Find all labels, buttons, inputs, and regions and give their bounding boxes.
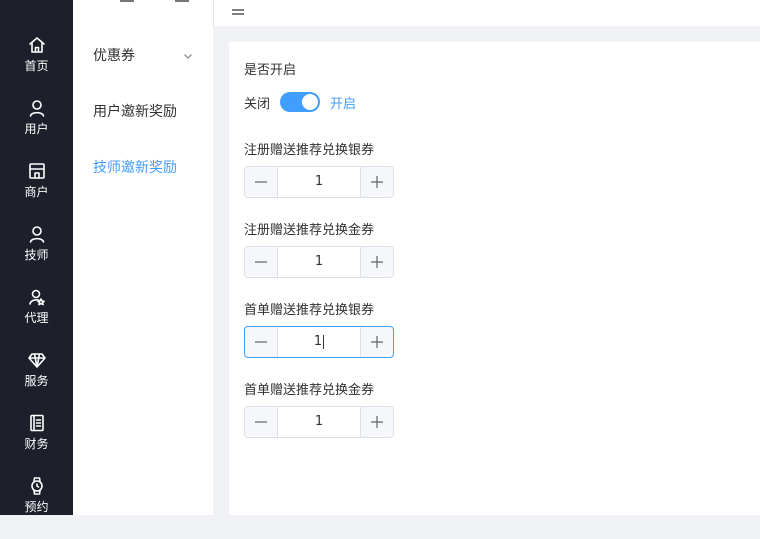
submenu-item-user-invite-reward[interactable]: 用户邀新奖励 (93, 101, 177, 121)
submenu-item-coupons[interactable]: 优惠券 (93, 45, 135, 65)
sidebar-item-label: 技师 (24, 248, 49, 262)
diamond-icon (27, 350, 47, 370)
field-label-register-gold: 注册赠送推荐兑换金券 (244, 223, 375, 238)
minus-icon (255, 181, 267, 183)
settings-form: 是否开启 关闭 开启 注册赠送推荐兑换银券 1 注册赠送推荐兑换金券 1 首单赠… (229, 42, 760, 515)
register-gold-stepper: 1 (244, 246, 394, 278)
field-label-first-order-silver: 首单赠送推荐兑换银券 (244, 303, 375, 318)
sidebar-item-label: 商户 (24, 185, 49, 199)
agent-icon (27, 287, 47, 307)
plus-icon (371, 256, 383, 268)
user-icon (27, 98, 47, 118)
sidebar-item-appointments[interactable]: 预约 (0, 476, 73, 539)
minus-icon (255, 421, 267, 423)
ledger-icon (27, 413, 47, 433)
switch-off-text: 关闭 (244, 96, 271, 112)
main-sidebar: 首页 用户 商户 技师 代理 服务 财务 预约 (0, 0, 73, 515)
submenu-panel: 优惠券 用户邀新奖励 技师邀新奖励 (73, 0, 213, 515)
enable-label: 是否开启 (244, 63, 297, 78)
text-caret (323, 334, 325, 349)
sidebar-item-agents[interactable]: 代理 (0, 287, 73, 350)
decrement-button[interactable] (245, 167, 278, 197)
increment-button[interactable] (360, 247, 393, 277)
sidebar-item-finance[interactable]: 财务 (0, 413, 73, 476)
field-label-first-order-gold: 首单赠送推荐兑换金券 (244, 383, 375, 398)
sidebar-item-label: 首页 (24, 59, 49, 73)
sidebar-item-technicians[interactable]: 技师 (0, 224, 73, 287)
sidebar-item-label: 预约 (24, 500, 49, 514)
chevron-down-icon[interactable] (182, 47, 194, 59)
sidebar-item-label: 用户 (24, 122, 49, 136)
register-silver-stepper: 1 (244, 166, 394, 198)
minus-icon (255, 261, 267, 263)
collapse-handle[interactable] (175, 0, 189, 2)
plus-icon (371, 416, 383, 428)
switch-on-text: 开启 (330, 96, 357, 112)
sidebar-item-label: 代理 (24, 311, 49, 325)
enable-switch-row: 关闭 开启 (244, 92, 356, 112)
toggle-knob (302, 94, 319, 110)
home-icon (27, 35, 47, 55)
sidebar-item-label: 服务 (24, 374, 49, 388)
plus-icon (371, 336, 383, 348)
quantity-input[interactable]: 1 (278, 407, 360, 437)
submenu-item-technician-invite-reward[interactable]: 技师邀新奖励 (93, 157, 177, 177)
menu-icon[interactable] (232, 0, 244, 15)
plus-icon (371, 176, 383, 188)
sidebar-item-merchants[interactable]: 商户 (0, 161, 73, 224)
first-order-gold-stepper: 1 (244, 406, 394, 438)
sidebar-item-home[interactable]: 首页 (0, 35, 73, 98)
collapse-handle[interactable] (120, 0, 134, 2)
sidebar-item-services[interactable]: 服务 (0, 350, 73, 413)
increment-button[interactable] (360, 327, 393, 357)
sidebar-item-label: 财务 (24, 437, 49, 451)
quantity-input-focused[interactable]: 1 (278, 327, 360, 357)
quantity-value: 1 (313, 334, 323, 349)
field-label-register-silver: 注册赠送推荐兑换银券 (244, 143, 375, 158)
technician-icon (27, 224, 47, 244)
decrement-button[interactable] (245, 407, 278, 437)
enable-toggle[interactable] (280, 92, 321, 112)
increment-button[interactable] (360, 407, 393, 437)
decrement-button[interactable] (245, 247, 278, 277)
top-bar (213, 0, 760, 26)
sidebar-item-users[interactable]: 用户 (0, 98, 73, 161)
watch-icon (27, 476, 47, 496)
store-icon (27, 161, 47, 181)
quantity-input[interactable]: 1 (278, 247, 360, 277)
increment-button[interactable] (360, 167, 393, 197)
minus-icon (255, 341, 267, 343)
quantity-input[interactable]: 1 (278, 167, 360, 197)
decrement-button[interactable] (245, 327, 278, 357)
first-order-silver-stepper: 1 (244, 326, 394, 358)
